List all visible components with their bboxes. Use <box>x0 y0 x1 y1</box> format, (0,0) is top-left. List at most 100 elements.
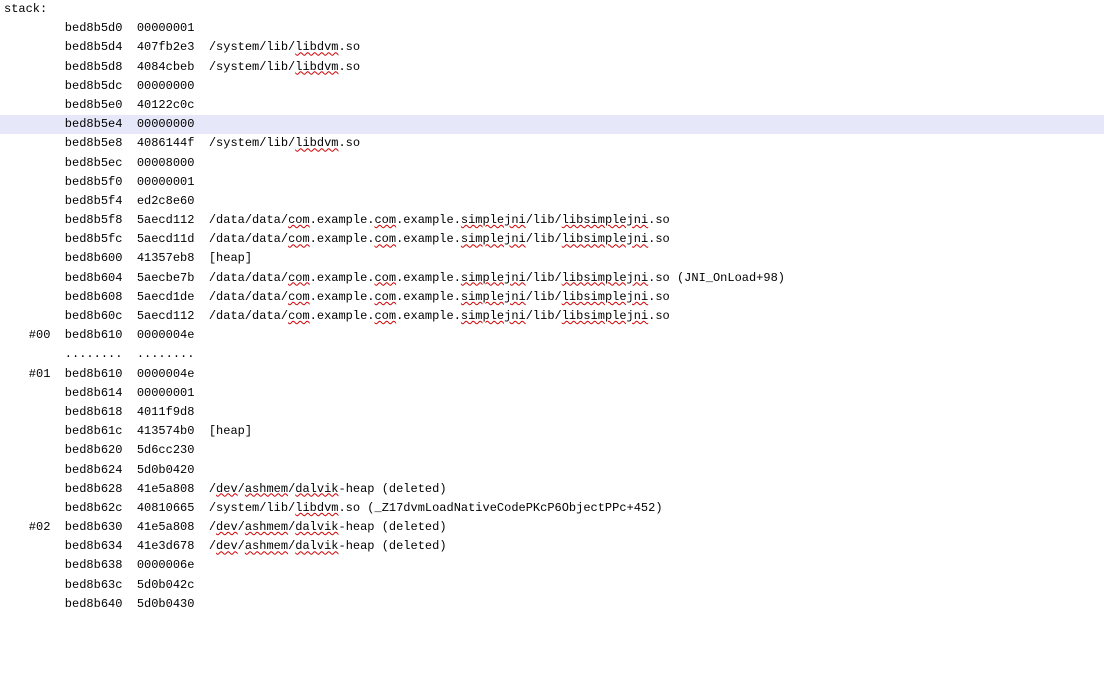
stack-note-segment: / <box>238 520 245 534</box>
stack-note-segment: com <box>374 309 396 323</box>
stack-listing: bed8b5d0 00000001 bed8b5d4 407fb2e3 /sys… <box>0 19 1104 614</box>
stack-note-segment: com <box>374 213 396 227</box>
stack-note-segment: dev <box>216 520 238 534</box>
stack-row-prefix: #02 bed8b630 41e5a808 <box>0 520 209 534</box>
stack-note-segment: /lib/ <box>526 232 562 246</box>
stack-row-prefix: bed8b5d8 4084cbeb <box>0 60 209 74</box>
stack-note-segment: /data/data/ <box>209 290 288 304</box>
stack-note-segment: com <box>374 232 396 246</box>
stack-note-segment: /lib/ <box>526 271 562 285</box>
stack-note-segment: -heap (deleted) <box>339 539 447 553</box>
stack-row-prefix: bed8b5d4 407fb2e3 <box>0 40 209 54</box>
stack-note-segment: .example. <box>310 290 375 304</box>
stack-row-prefix: bed8b638 0000006e <box>0 558 194 572</box>
stack-row-prefix: bed8b628 41e5a808 <box>0 482 209 496</box>
stack-row-prefix: bed8b60c 5aecd112 <box>0 309 209 323</box>
stack-row-prefix: #00 bed8b610 0000004e <box>0 328 194 342</box>
stack-row-prefix: bed8b63c 5d0b042c <box>0 578 194 592</box>
stack-row: bed8b5e4 00000000 <box>0 115 1104 134</box>
stack-note-segment: libsimplejni <box>562 290 648 304</box>
stack-row: bed8b634 41e3d678 /dev/ashmem/dalvik-hea… <box>0 537 1104 556</box>
stack-note-segment: / <box>238 482 245 496</box>
stack-note-segment: com <box>288 232 310 246</box>
stack-title: stack: <box>0 0 1104 19</box>
stack-row: #01 bed8b610 0000004e <box>0 365 1104 384</box>
stack-note-segment: /lib/ <box>526 309 562 323</box>
stack-row: bed8b640 5d0b0430 <box>0 595 1104 614</box>
stack-note-segment: com <box>374 271 396 285</box>
stack-note-segment: com <box>288 271 310 285</box>
stack-row: bed8b5d0 00000001 <box>0 19 1104 38</box>
stack-note-segment: libdvm <box>295 60 338 74</box>
stack-note-segment: dalvik <box>295 520 338 534</box>
stack-note-segment: /system/lib/ <box>209 40 295 54</box>
stack-row-prefix: bed8b5d0 00000001 <box>0 21 194 35</box>
stack-row: bed8b5f4 ed2c8e60 <box>0 192 1104 211</box>
stack-row-prefix: ........ ........ <box>0 347 194 361</box>
stack-note-segment: com <box>288 290 310 304</box>
stack-note-segment: ashmem <box>245 482 288 496</box>
stack-note-segment: /data/data/ <box>209 309 288 323</box>
stack-row-prefix: bed8b618 4011f9d8 <box>0 405 194 419</box>
stack-row: bed8b614 00000001 <box>0 384 1104 403</box>
stack-note-segment: .example. <box>310 271 375 285</box>
stack-row: bed8b62c 40810665 /system/lib/libdvm.so … <box>0 499 1104 518</box>
stack-note-segment: /lib/ <box>526 290 562 304</box>
stack-note-segment: [heap] <box>209 424 252 438</box>
stack-note-segment: simplejni <box>461 232 526 246</box>
stack-row-prefix: bed8b5e4 00000000 <box>0 117 194 131</box>
stack-note-segment: com <box>288 309 310 323</box>
stack-row: bed8b638 0000006e <box>0 556 1104 575</box>
stack-note-segment: /data/data/ <box>209 213 288 227</box>
stack-note-segment: .so (JNI_OnLoad+98) <box>648 271 785 285</box>
stack-note-segment: simplejni <box>461 290 526 304</box>
stack-row-prefix: bed8b608 5aecd1de <box>0 290 209 304</box>
stack-row-prefix: #01 bed8b610 0000004e <box>0 367 194 381</box>
stack-note-segment: .example. <box>396 232 461 246</box>
stack-row-prefix: bed8b5f4 ed2c8e60 <box>0 194 194 208</box>
stack-note-segment: dalvik <box>295 482 338 496</box>
stack-row-prefix: bed8b620 5d6cc230 <box>0 443 194 457</box>
stack-row: bed8b600 41357eb8 [heap] <box>0 249 1104 268</box>
stack-note-segment: .so <box>648 213 670 227</box>
stack-row: bed8b60c 5aecd112 /data/data/com.example… <box>0 307 1104 326</box>
stack-note-segment: simplejni <box>461 309 526 323</box>
stack-row: bed8b608 5aecd1de /data/data/com.example… <box>0 288 1104 307</box>
stack-row: bed8b5f0 00000001 <box>0 173 1104 192</box>
stack-row: #00 bed8b610 0000004e <box>0 326 1104 345</box>
stack-note-segment: ashmem <box>245 520 288 534</box>
stack-note-segment: .so <box>648 232 670 246</box>
stack-note-segment: .example. <box>396 309 461 323</box>
stack-note-segment: .example. <box>310 309 375 323</box>
stack-note-segment: /data/data/ <box>209 232 288 246</box>
stack-note-segment: simplejni <box>461 271 526 285</box>
stack-row-prefix: bed8b604 5aecbe7b <box>0 271 209 285</box>
stack-note-segment: .example. <box>396 271 461 285</box>
stack-row: #02 bed8b630 41e5a808 /dev/ashmem/dalvik… <box>0 518 1104 537</box>
stack-note-segment: /data/data/ <box>209 271 288 285</box>
stack-note-segment: ashmem <box>245 539 288 553</box>
stack-note-segment: com <box>374 290 396 304</box>
stack-row: bed8b628 41e5a808 /dev/ashmem/dalvik-hea… <box>0 480 1104 499</box>
stack-row: bed8b618 4011f9d8 <box>0 403 1104 422</box>
stack-row-prefix: bed8b634 41e3d678 <box>0 539 209 553</box>
stack-note-segment: -heap (deleted) <box>339 482 447 496</box>
stack-row: bed8b5e0 40122c0c <box>0 96 1104 115</box>
stack-row-prefix: bed8b62c 40810665 <box>0 501 209 515</box>
stack-note-segment: / <box>209 520 216 534</box>
stack-note-segment: .so <box>338 40 360 54</box>
stack-note-segment: libdvm <box>295 136 338 150</box>
stack-row: bed8b61c 413574b0 [heap] <box>0 422 1104 441</box>
stack-note-segment: com <box>288 213 310 227</box>
stack-row-prefix: bed8b5e8 4086144f <box>0 136 209 150</box>
stack-note-segment: libsimplejni <box>562 232 648 246</box>
stack-note-segment: .so <box>338 60 360 74</box>
stack-note-segment: .so <box>648 309 670 323</box>
stack-row: bed8b5d8 4084cbeb /system/lib/libdvm.so <box>0 58 1104 77</box>
stack-note-segment: dev <box>216 482 238 496</box>
stack-row-prefix: bed8b624 5d0b0420 <box>0 463 194 477</box>
stack-row-prefix: bed8b5f8 5aecd112 <box>0 213 209 227</box>
stack-note-segment: /system/lib/ <box>209 60 295 74</box>
stack-row-prefix: bed8b5e0 40122c0c <box>0 98 194 112</box>
stack-row-prefix: bed8b5ec 00008000 <box>0 156 194 170</box>
